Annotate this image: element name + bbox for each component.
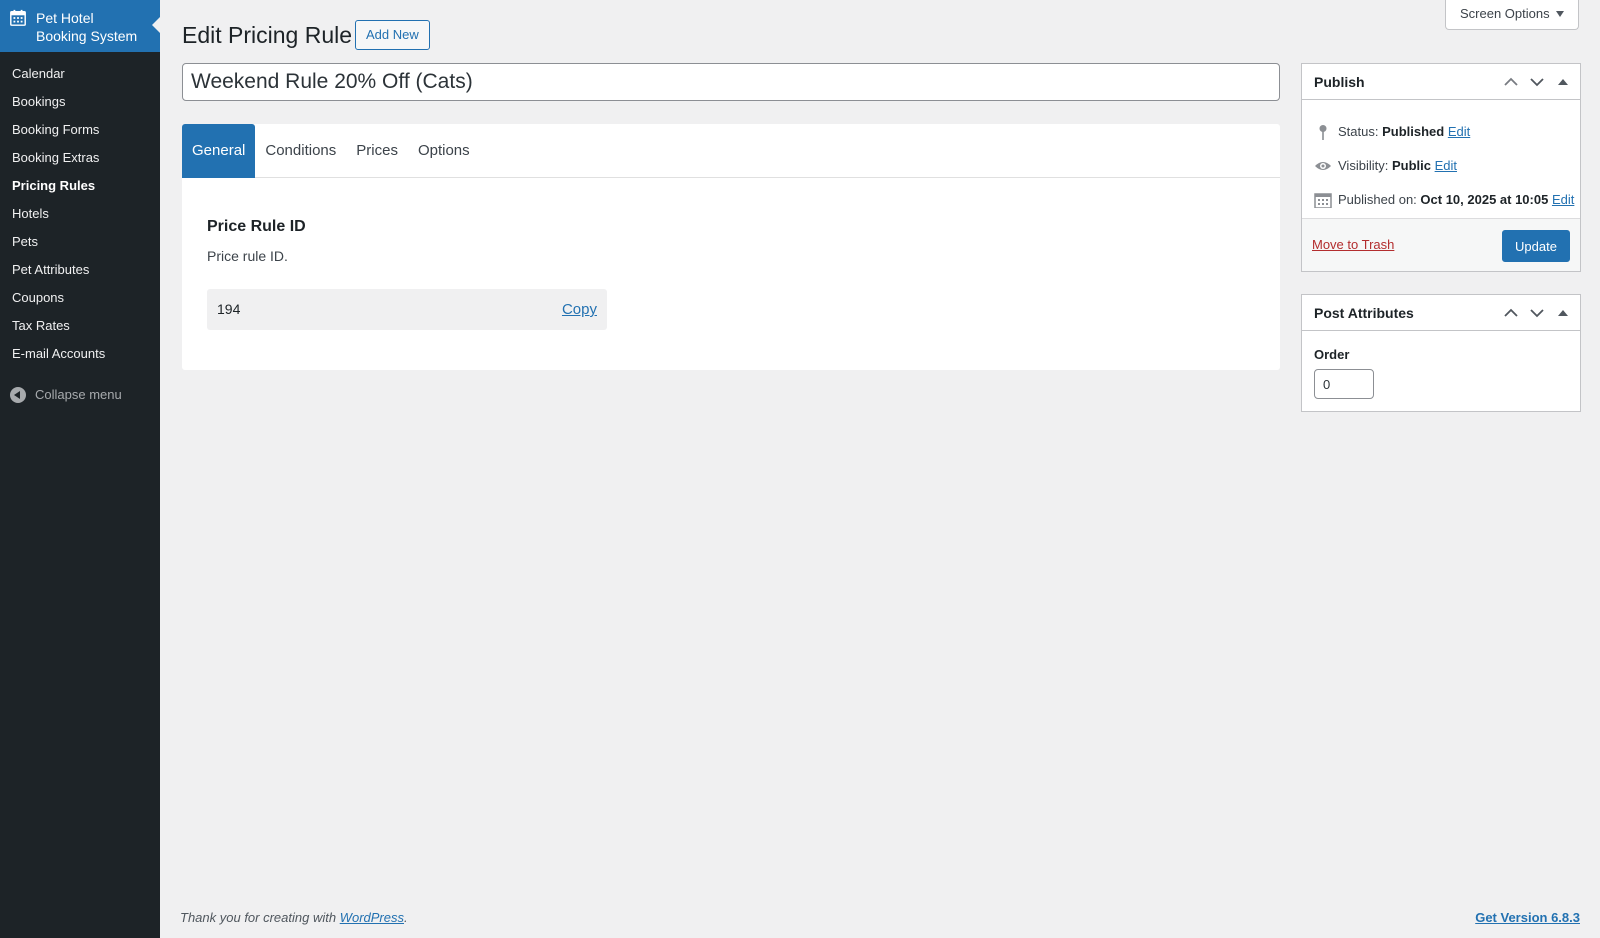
brand-line-1: Pet Hotel [36,10,94,26]
tab-conditions[interactable]: Conditions [255,124,346,178]
pin-icon [1319,125,1327,140]
status-value: Published [1382,124,1445,139]
chevron-down-icon[interactable] [1524,295,1550,331]
post-attributes-box: Post Attributes Order [1301,294,1581,412]
calendar-icon [10,9,26,26]
calendar-icon [1314,193,1332,208]
sidebar-item-pet-attributes[interactable]: Pet Attributes [0,256,160,284]
pricing-rule-settings-panel: General Conditions Prices Options Price … [182,124,1280,370]
sidebar-item-pets[interactable]: Pets [0,228,160,256]
brand-line-2: Booking System [36,28,138,44]
sidebar-item-calendar[interactable]: Calendar [0,60,160,88]
update-button[interactable]: Update [1502,230,1570,262]
chevron-down-icon[interactable] [1524,64,1550,100]
tab-options[interactable]: Options [408,124,480,178]
publish-box: Publish Status: Published Edit Visibilit… [1301,63,1581,272]
collapse-arrow-icon [10,387,26,403]
published-on-value: Oct 10, 2025 at 10:05 [1420,192,1549,207]
settings-tabs: General Conditions Prices Options [182,124,1280,178]
post-attributes-header: Post Attributes [1302,295,1580,331]
publish-box-header: Publish [1302,64,1580,100]
sidebar-item-hotels[interactable]: Hotels [0,200,160,228]
get-version-link[interactable]: Get Version 6.8.3 [1475,910,1580,925]
copy-id-link[interactable]: Copy [562,301,597,318]
sidebar-item-coupons[interactable]: Coupons [0,284,160,312]
order-input[interactable] [1314,369,1374,399]
publish-box-title: Publish [1314,74,1365,90]
post-attributes-title: Post Attributes [1314,305,1414,321]
chevron-up-icon[interactable] [1498,295,1524,331]
move-to-trash-link[interactable]: Move to Trash [1312,237,1394,252]
published-on-label: Published on: [1338,192,1417,207]
collapse-menu-label: Collapse menu [35,387,122,402]
publish-date-row: Published on: Oct 10, 2025 at 10:05 Edit [1314,190,1574,210]
price-rule-id-box: 194 Copy [207,289,607,330]
price-rule-id-description: Price rule ID. [207,248,288,264]
edit-date-link[interactable]: Edit [1552,192,1574,207]
sidebar-item-booking-forms[interactable]: Booking Forms [0,116,160,144]
current-menu-pointer [152,17,160,33]
tab-prices[interactable]: Prices [346,124,408,178]
sidebar-item-booking-extras[interactable]: Booking Extras [0,144,160,172]
sidebar-item-pricing-rules[interactable]: Pricing Rules [0,172,160,200]
tab-general[interactable]: General [182,124,256,178]
triangle-up-icon[interactable] [1550,295,1576,331]
publish-actions: Move to Trash Update [1302,218,1580,271]
sidebar-brand[interactable]: Pet Hotel Booking System [0,0,160,52]
triangle-up-icon[interactable] [1550,64,1576,100]
visibility-label: Visibility: [1338,158,1389,173]
price-rule-id-value: 194 [217,301,241,317]
screen-options-button[interactable]: Screen Options [1445,0,1579,30]
edit-status-link[interactable]: Edit [1448,124,1470,139]
screen-options-label: Screen Options [1460,6,1550,21]
collapse-menu-button[interactable]: Collapse menu [0,384,160,406]
sidebar-item-email-accounts[interactable]: E-mail Accounts [0,340,160,368]
triangle-down-icon [1556,11,1564,17]
chevron-up-icon[interactable] [1498,64,1524,100]
footer-thanks-prefix: Thank you for creating with [180,910,340,925]
wordpress-link[interactable]: WordPress [340,910,404,925]
footer-thanks-suffix: . [404,910,408,925]
admin-sidebar: Pet Hotel Booking System Calendar Bookin… [0,0,160,938]
order-label: Order [1314,347,1350,362]
visibility-value: Public [1391,158,1431,173]
edit-visibility-link[interactable]: Edit [1435,158,1457,173]
status-label: Status: [1338,124,1379,139]
sidebar-menu: Calendar Bookings Booking Forms Booking … [0,52,160,368]
page-title: Edit Pricing Rule [182,22,353,48]
footer-thanks: Thank you for creating with WordPress. [180,910,408,925]
eye-icon [1315,162,1331,170]
post-title-input[interactable] [182,63,1280,101]
publish-status-row: Status: Published Edit [1314,122,1470,142]
sidebar-item-tax-rates[interactable]: Tax Rates [0,312,160,340]
sidebar-item-bookings[interactable]: Bookings [0,88,160,116]
add-new-button[interactable]: Add New [355,20,430,50]
publish-visibility-row: Visibility: Public Edit [1314,156,1457,176]
price-rule-id-heading: Price Rule ID [207,218,306,235]
